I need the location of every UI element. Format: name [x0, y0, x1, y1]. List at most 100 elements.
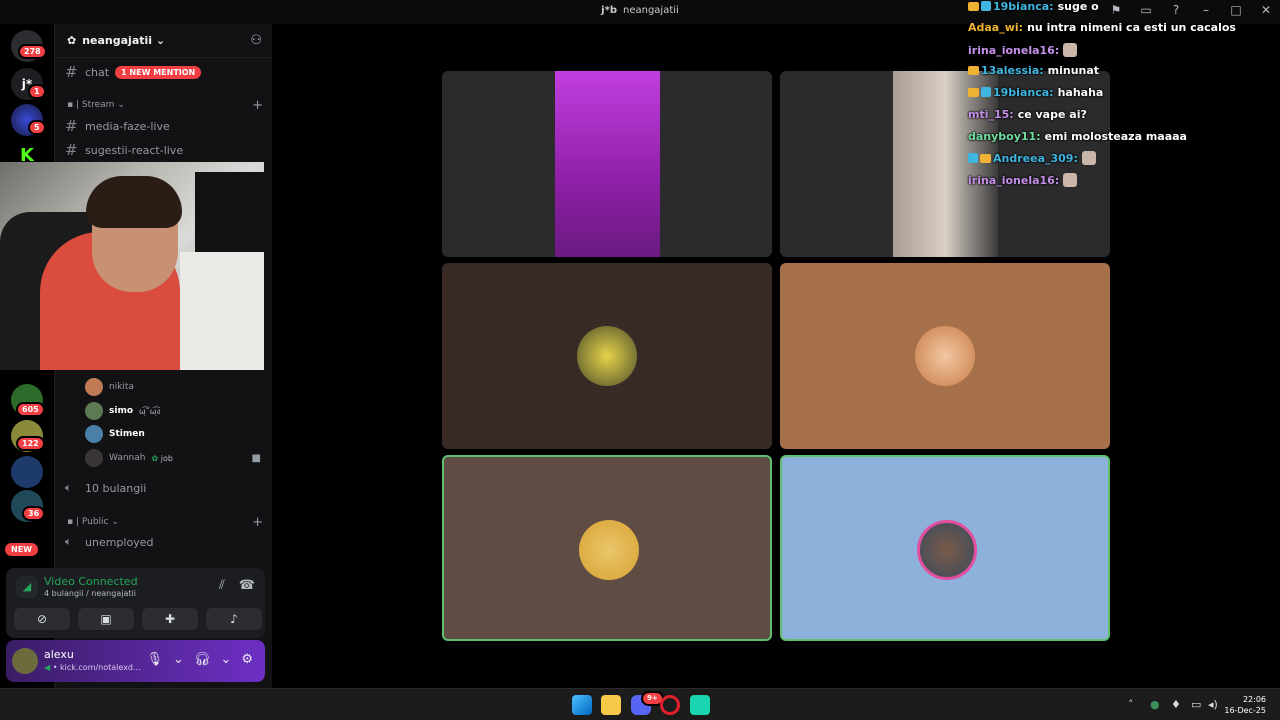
avatar[interactable]	[12, 648, 38, 674]
file-explorer-icon[interactable]	[601, 695, 621, 715]
app-icon[interactable]	[690, 695, 710, 715]
invite-icon[interactable]: ⚇	[250, 33, 262, 48]
chat-message: irina_ionela16:	[968, 173, 1078, 187]
activities-button[interactable]: ✚	[142, 608, 198, 630]
category-public[interactable]: ▪ | Public ⌄ +	[67, 515, 263, 530]
camera-off-button[interactable]: ⊘	[14, 608, 70, 630]
chat-message: mti_15: ce vape ai?	[968, 108, 1087, 121]
person-hair	[86, 176, 182, 228]
close-icon[interactable]: ✕	[1258, 3, 1274, 17]
maximize-icon[interactable]: □	[1228, 3, 1244, 17]
avatar	[85, 449, 103, 467]
subscriber-icon	[968, 153, 978, 163]
video-camera-icon: ■	[251, 452, 261, 464]
noise-suppression-icon[interactable]: ⫽	[219, 578, 225, 593]
voice-member-nikita[interactable]: nikita	[85, 378, 261, 396]
video-tile-3[interactable]	[442, 263, 772, 449]
chevron-down-icon: ⌄	[117, 100, 125, 110]
server-icon-5[interactable]	[11, 456, 43, 488]
voice-member-wannah[interactable]: Wannah ✿ job ■	[85, 449, 261, 467]
microphone-icon[interactable]: ♦	[1171, 698, 1181, 711]
voice-location[interactable]: 4 bulangii / neangajatii	[44, 589, 136, 598]
server-badge-6: 36	[22, 506, 46, 521]
camera-off-icon: ⊘	[36, 612, 48, 626]
desk-shape	[180, 252, 264, 370]
server-badge-4: 122	[16, 436, 45, 451]
screen-share-button[interactable]: ▣	[78, 608, 134, 630]
flag-icon[interactable]: ⚑	[1108, 3, 1124, 17]
server-badge-2: 5	[28, 120, 46, 135]
chat-message: 19bianca: suge o	[968, 0, 1099, 13]
server-badge-3: 605	[16, 402, 45, 417]
voice-status[interactable]: Video Connected	[44, 575, 138, 588]
crown-icon	[980, 154, 991, 163]
user-panel: alexu ◀ • kick.com/notalexd... 🎙︎ ⌄ 🎧︎ ⌄…	[6, 640, 265, 682]
crown-icon	[968, 88, 979, 97]
mention-badge[interactable]: 1 NEW MENTION	[115, 65, 202, 79]
voice-member-simo[interactable]: simo ωฺ͡˘ωฺ͡ง	[85, 402, 261, 420]
signal-icon[interactable]: ◢	[16, 576, 38, 598]
hash-icon: #	[65, 117, 78, 135]
windows-taskbar: 9+ ˄ ● ♦ ▭ ◂) 22:06 16-Dec-25	[0, 688, 1280, 720]
voice-member-stimen[interactable]: Stimen	[85, 425, 261, 443]
opera-icon[interactable]	[660, 695, 680, 715]
subscriber-icon	[981, 1, 991, 11]
tray-app-icon[interactable]: ●	[1150, 698, 1160, 711]
add-channel-icon[interactable]: +	[252, 515, 263, 530]
voice-channel-unemployed[interactable]: 🔈︎ unemployed	[65, 532, 153, 552]
guild-header[interactable]: ✿ neangajatii ⌄ ⚇	[55, 24, 272, 58]
avatar	[85, 402, 103, 420]
microphone-icon[interactable]: 🎙︎	[147, 652, 164, 667]
chat-message: Adaa_wi: nu intra nimeni ca esti un cacal…	[968, 21, 1236, 34]
chat-message: 13alessia: minunat	[968, 64, 1099, 77]
settings-gear-icon[interactable]: ⚙	[241, 652, 253, 667]
inbox-icon[interactable]: ▭	[1138, 3, 1154, 17]
video-tile-4[interactable]	[780, 263, 1110, 449]
video-tile-6[interactable]	[780, 455, 1110, 641]
add-channel-icon[interactable]: +	[252, 98, 263, 113]
emote-icon	[1063, 43, 1078, 57]
minimize-icon[interactable]: –	[1198, 3, 1214, 17]
video-tile-1[interactable]	[442, 71, 772, 257]
start-button[interactable]	[572, 695, 592, 715]
screen-share-icon: ▣	[100, 612, 112, 626]
voice-channel-10-bulangii[interactable]: 🔈︎ 10 bulangii	[65, 478, 146, 498]
chevron-down-icon: ⌄	[111, 517, 119, 527]
chat-message: irina_ionela16:	[968, 43, 1078, 57]
avatar	[915, 326, 975, 386]
hash-icon: #	[65, 63, 78, 81]
new-badge: NEW	[5, 543, 38, 556]
avatar	[577, 326, 637, 386]
chat-message: Andreea_309:	[968, 151, 1096, 165]
avatar	[85, 378, 103, 396]
chevron-down-icon[interactable]: ⌄	[173, 652, 184, 667]
emote-icon	[1081, 151, 1096, 165]
gear-icon: ✿	[67, 34, 77, 47]
channel-chat[interactable]: # chat 1 NEW MENTION	[65, 62, 202, 82]
speaker-icon: 🔈︎	[65, 535, 72, 548]
clock[interactable]: 22:06 16-Dec-25	[1224, 694, 1266, 716]
server-badge-jb: 1	[28, 84, 46, 99]
volume-icon[interactable]: ◂)	[1208, 698, 1218, 711]
hash-icon: #	[65, 141, 78, 159]
channel-sugestii-react-live[interactable]: # sugestii-react-live	[65, 140, 183, 160]
video-tile-5[interactable]	[442, 455, 772, 641]
headphones-icon[interactable]: 🎧︎	[194, 652, 211, 667]
network-icon[interactable]: ▭	[1191, 698, 1201, 711]
help-icon[interactable]: ?	[1168, 3, 1184, 17]
crown-icon	[968, 2, 979, 11]
category-stream[interactable]: ▪ | Stream ⌄ +	[67, 98, 263, 113]
emote-icon	[1063, 173, 1078, 187]
channel-media-faze-live[interactable]: # media-faze-live	[65, 116, 170, 136]
chevron-down-icon[interactable]: ⌄	[220, 652, 231, 667]
job-tag: ✿ job	[151, 453, 173, 463]
voice-status-panel: ◢ Video Connected 4 bulangii / neangajat…	[6, 568, 265, 638]
disconnect-icon[interactable]: ☎	[239, 578, 255, 593]
chevron-up-icon[interactable]: ˄	[1128, 698, 1134, 711]
live-icon: ◀	[44, 663, 51, 672]
user-name[interactable]: alexu	[44, 648, 74, 661]
subscriber-icon	[981, 87, 991, 97]
soundboard-button[interactable]: ♪	[206, 608, 262, 630]
stream-icon: ▪ |	[67, 100, 82, 110]
video-stream	[555, 71, 660, 257]
